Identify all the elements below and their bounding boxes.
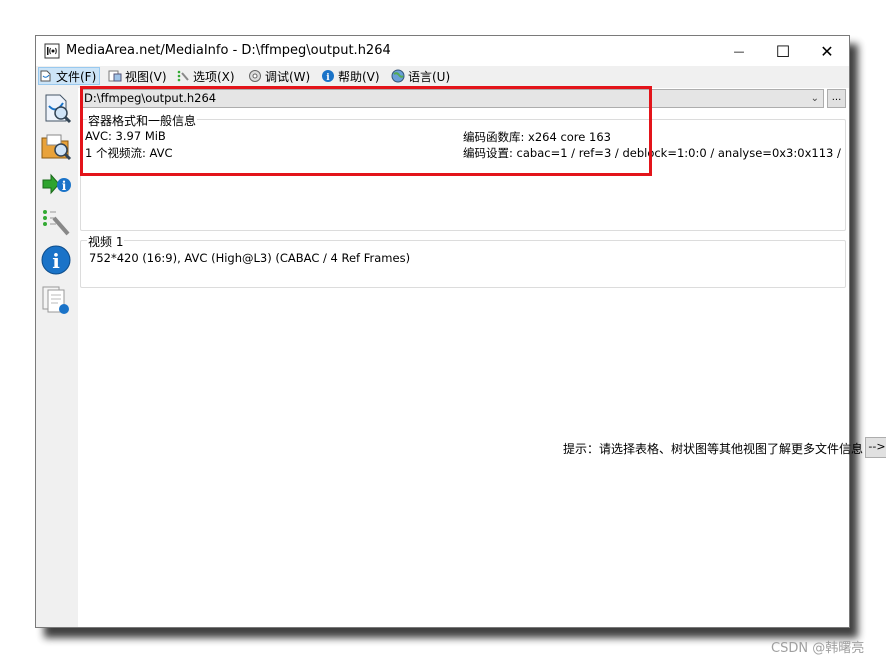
menu-view[interactable]: 视图(V)	[108, 67, 167, 85]
about-icon[interactable]: i	[40, 244, 72, 276]
menu-file[interactable]: 文件(F)	[38, 67, 100, 85]
open-file-icon[interactable]	[40, 92, 72, 124]
close-button[interactable]: ✕	[804, 36, 850, 66]
maximize-icon: ☐	[775, 41, 791, 61]
menu-file-label: 文件(F)	[56, 69, 97, 84]
menu-debug-label: 调试(W)	[265, 69, 311, 84]
view-icon	[108, 70, 122, 82]
help-icon: i	[322, 70, 334, 83]
maximize-button[interactable]: ☐	[760, 36, 806, 66]
chevron-down-icon[interactable]: ⌄	[811, 90, 819, 107]
hint-text: 提示：请选择表格、树状图等其他视图了解更多文件信息	[563, 442, 864, 456]
video-info-group: 视频 1 752*420 (16:9), AVC (High@L3) (CABA…	[80, 233, 846, 288]
video-info-details: 752*420 (16:9), AVC (High@L3) (CABAC / 4…	[89, 251, 411, 265]
sidebar-toolbar: i i	[36, 88, 78, 627]
window-title: MediaArea.net/MediaInfo - D:\ffmpeg\outp…	[66, 43, 391, 58]
browse-button[interactable]: ...	[827, 89, 846, 108]
export-icon[interactable]: i	[40, 168, 72, 200]
knowledge-base-icon[interactable]	[40, 284, 72, 316]
preferences-icon[interactable]	[40, 206, 72, 238]
language-icon	[391, 69, 405, 83]
watermark: CSDN @韩曙亮	[771, 641, 865, 656]
menu-help-label: 帮助(V)	[338, 69, 380, 84]
debug-icon	[249, 70, 261, 82]
video-info-title: 视频 1	[87, 233, 125, 250]
menu-language[interactable]: 语言(U)	[391, 67, 450, 85]
next-view-button[interactable]: -->	[865, 437, 886, 458]
svg-text:i: i	[52, 249, 60, 273]
highlight-box	[80, 86, 652, 176]
menu-help[interactable]: i 帮助(V)	[321, 67, 380, 85]
svg-text:i: i	[326, 73, 330, 83]
menu-options-label: 选项(X)	[193, 69, 235, 84]
title-bar[interactable]: MediaArea.net/MediaInfo - D:\ffmpeg\outp…	[36, 36, 849, 66]
file-icon	[40, 70, 51, 82]
minimize-button[interactable]: —	[716, 36, 762, 66]
close-icon: ✕	[820, 41, 834, 61]
minimize-icon: —	[733, 44, 745, 58]
menu-debug[interactable]: 调试(W)	[248, 67, 310, 85]
menu-options[interactable]: 选项(X)	[176, 67, 235, 85]
options-icon	[177, 70, 189, 82]
menu-view-label: 视图(V)	[125, 69, 167, 84]
svg-text:i: i	[62, 179, 67, 193]
menu-language-label: 语言(U)	[408, 69, 451, 84]
mediainfo-app-icon	[44, 43, 60, 59]
menu-bar: 文件(F) 视图(V) 选项(X) 调试(W) i 帮助(V) 语言(U)	[36, 66, 849, 86]
open-folder-icon[interactable]	[40, 130, 72, 162]
